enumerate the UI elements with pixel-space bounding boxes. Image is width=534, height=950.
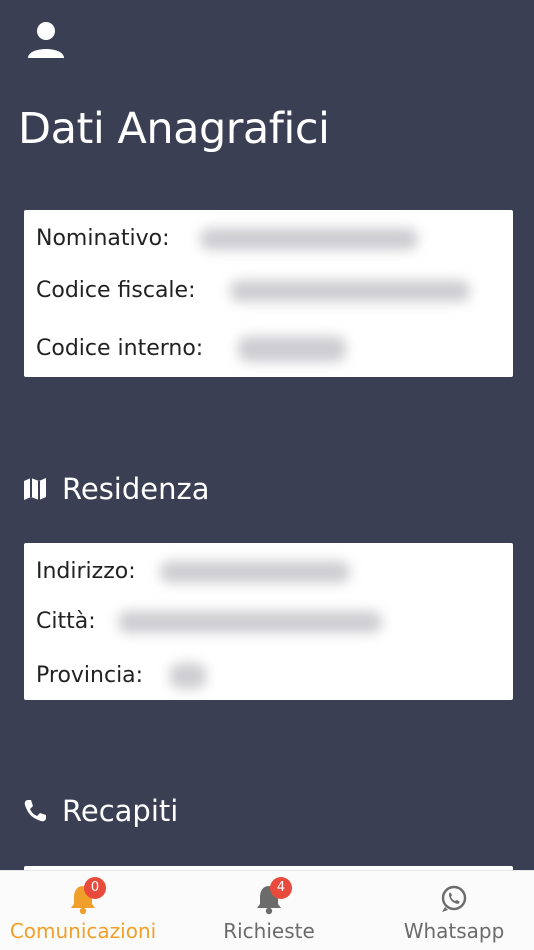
map-icon [22, 476, 48, 502]
residenza-section-title: Residenza [22, 472, 209, 506]
anagrafica-card: Nominativo: Codice fiscale: Codice inter… [24, 210, 513, 377]
nav-label-comunicazioni: Comunicazioni [9, 919, 157, 943]
phone-icon [22, 798, 48, 824]
nav-item-comunicazioni[interactable]: 0 Comunicazioni [0, 871, 166, 950]
whatsapp-icon [438, 883, 470, 917]
nav-item-whatsapp[interactable]: Whatsapp [386, 871, 522, 950]
citta-value-redacted [118, 611, 382, 633]
residenza-card: Indirizzo: Città: Provincia: [24, 543, 513, 700]
indirizzo-label: Indirizzo: [36, 559, 136, 584]
codice-interno-label: Codice interno: [36, 336, 204, 361]
provincia-value-redacted [170, 663, 206, 689]
residenza-title: Residenza [62, 472, 210, 506]
codice-fiscale-value-redacted [230, 280, 470, 302]
indirizzo-value-redacted [160, 561, 350, 583]
nav-label-richieste: Richieste [223, 919, 315, 943]
nav-item-richieste[interactable]: 4 Richieste [196, 871, 342, 950]
codice-interno-value-redacted [238, 336, 346, 362]
nav-label-whatsapp: Whatsapp [403, 919, 505, 943]
notification-badge: 0 [84, 877, 106, 899]
codice-fiscale-label: Codice fiscale: [36, 278, 196, 303]
page-title: Dati Anagrafici [18, 104, 330, 154]
recapiti-section-title: Recapiti [22, 794, 178, 828]
nominativo-label: Nominativo: [36, 226, 170, 251]
nominativo-value-redacted [200, 228, 418, 250]
notification-badge: 4 [270, 877, 292, 899]
bottom-navigation: 0 Comunicazioni 4 Richieste Whatsapp [0, 870, 534, 950]
recapiti-title: Recapiti [62, 794, 179, 828]
citta-label: Città: [36, 609, 96, 634]
provincia-label: Provincia: [36, 663, 144, 688]
person-icon[interactable] [24, 18, 68, 62]
